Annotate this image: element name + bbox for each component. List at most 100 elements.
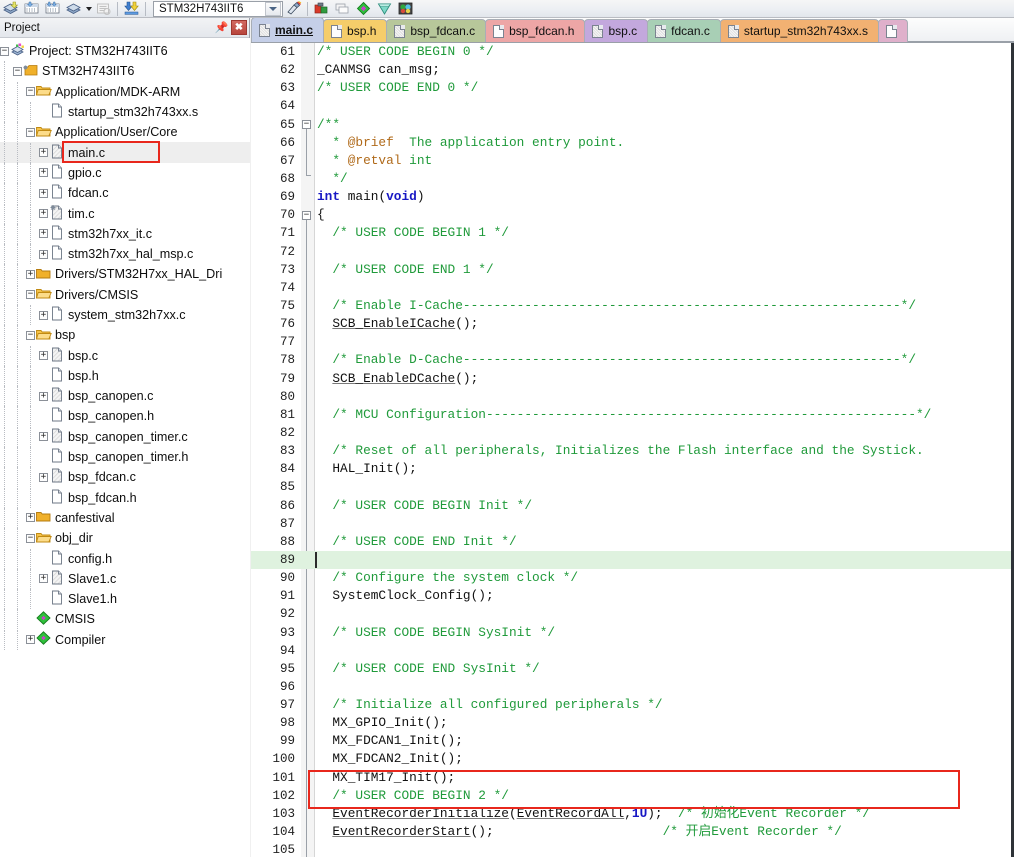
code-line[interactable]: 78 /* Enable D-Cache--------------------… xyxy=(251,351,1011,369)
code-line[interactable]: 92 xyxy=(251,605,1011,623)
expand-icon[interactable]: + xyxy=(39,148,48,158)
build-icon[interactable] xyxy=(1,0,20,17)
tree-item[interactable]: + canfestival xyxy=(0,507,250,528)
tree-item[interactable]: + bsp_canopen_timer.c xyxy=(0,426,250,447)
code-line[interactable]: 99 MX_FDCAN1_Init(); xyxy=(251,732,1011,750)
editor-tab-active[interactable]: main.c xyxy=(251,18,325,42)
expand-icon[interactable]: + xyxy=(39,391,48,401)
expand-icon[interactable]: + xyxy=(26,269,35,279)
code-line[interactable]: 67 * @retval int xyxy=(251,152,1011,170)
tree-item[interactable]: + bsp_fdcan.c xyxy=(0,467,250,488)
tree-item[interactable]: − STM32H743IIT6 xyxy=(0,61,250,82)
collapse-icon[interactable]: − xyxy=(26,533,35,543)
expand-icon[interactable]: + xyxy=(26,635,35,645)
event-recorder-icon[interactable] xyxy=(396,0,415,17)
editor-tab[interactable]: bsp_fdcan.h xyxy=(485,19,586,42)
code-line[interactable]: 68 */ xyxy=(251,170,1011,188)
code-line[interactable]: 98 MX_GPIO_Init(); xyxy=(251,714,1011,732)
editor-tab[interactable] xyxy=(877,19,908,42)
target-select[interactable]: STM32H743IIT6 xyxy=(153,0,283,17)
code-line[interactable]: 96 xyxy=(251,678,1011,696)
tree-item[interactable]: bsp_fdcan.h xyxy=(0,487,250,508)
download-icon[interactable] xyxy=(122,0,141,17)
tree-item[interactable]: + stm32h7xx_it.c xyxy=(0,223,250,244)
code-line[interactable]: 102 /* USER CODE BEGIN 2 */ xyxy=(251,787,1011,805)
translate-icon[interactable] xyxy=(64,0,83,17)
expand-icon[interactable]: + xyxy=(39,472,48,482)
editor-tabbar[interactable]: main.c bsp.h bsp_fdcan.c bsp_fdcan.h bsp.c fd… xyxy=(251,18,1014,43)
code-line[interactable]: 105 xyxy=(251,841,1011,857)
collapse-icon[interactable]: − xyxy=(13,66,22,76)
code-line[interactable]: 80 xyxy=(251,388,1011,406)
expand-icon[interactable]: + xyxy=(39,574,48,584)
chevron-down-icon[interactable] xyxy=(265,1,281,16)
editor-tab[interactable]: fdcan.c xyxy=(647,19,721,42)
code-line[interactable]: 101 MX_TIM17_Init(); xyxy=(251,769,1011,787)
close-icon[interactable]: ✖ xyxy=(231,20,247,35)
expand-icon[interactable]: + xyxy=(39,188,48,198)
tree-item[interactable]: − Project: STM32H743IIT6 xyxy=(0,41,250,61)
code-line[interactable]: 87 xyxy=(251,515,1011,533)
tree-item[interactable]: + fdcan.c xyxy=(0,183,250,204)
code-line[interactable]: 71 /* USER CODE BEGIN 1 */ xyxy=(251,224,1011,242)
tree-item[interactable]: + system_stm32h7xx.c xyxy=(0,305,250,325)
tree-item[interactable]: bsp.h xyxy=(0,365,250,386)
code-line[interactable]: 84 HAL_Init(); xyxy=(251,460,1011,478)
code-line[interactable]: 65 /** xyxy=(251,116,1011,134)
collapse-icon[interactable]: − xyxy=(26,290,35,300)
code-line[interactable]: 100 MX_FDCAN2_Init(); xyxy=(251,750,1011,768)
code-line[interactable]: 103 EventRecorderInitialize(EventRecordA… xyxy=(251,805,1011,823)
expand-icon[interactable]: + xyxy=(39,249,48,259)
code-line[interactable]: 74 xyxy=(251,279,1011,297)
collapse-icon[interactable]: − xyxy=(26,330,35,340)
target-options-icon[interactable] xyxy=(284,0,303,17)
expand-icon[interactable]: + xyxy=(26,513,35,523)
editor-tab[interactable]: startup_stm32h743xx.s xyxy=(719,19,879,42)
manage-runtime-environment-icon[interactable] xyxy=(312,0,331,17)
tree-item[interactable]: − Application/User/Core xyxy=(0,122,250,143)
tree-item[interactable]: − obj_dir xyxy=(0,528,250,549)
expand-icon[interactable]: + xyxy=(39,229,48,239)
code-line[interactable]: 95 /* USER CODE END SysInit */ xyxy=(251,660,1011,678)
code-line[interactable]: 72 xyxy=(251,243,1011,261)
configure-diamond-icon[interactable] xyxy=(375,0,394,17)
pin-icon[interactable]: 📌 xyxy=(214,20,229,35)
code-line[interactable]: 104 EventRecorderStart(); /* 开启Event Rec… xyxy=(251,823,1011,841)
code-line[interactable]: 94 xyxy=(251,642,1011,660)
tree-item[interactable]: Slave1.h xyxy=(0,589,250,610)
tree-item[interactable]: + tim.c xyxy=(0,203,250,224)
code-line[interactable]: 77 xyxy=(251,333,1011,351)
tree-item[interactable]: − Drivers/CMSIS xyxy=(0,284,250,305)
tree-item[interactable]: CMSIS xyxy=(0,609,250,630)
rebuild-icon[interactable] xyxy=(22,0,41,17)
code-line[interactable]: 70 { xyxy=(251,206,1011,224)
tree-item-selected[interactable]: + main.c xyxy=(0,142,250,163)
tree-item[interactable]: bsp_canopen_timer.h xyxy=(0,447,250,468)
code-line[interactable]: 79 SCB_EnableDCache(); xyxy=(251,370,1011,388)
code-line[interactable]: 81 /* MCU Configuration-----------------… xyxy=(251,406,1011,424)
code-line[interactable]: 85 xyxy=(251,478,1011,496)
code-line[interactable]: 69 int main(void) xyxy=(251,188,1011,206)
code-editor[interactable]: − − 61/* USER CODE BEGIN 0 */62 _CANMSG c… xyxy=(251,43,1014,857)
pack-installer-icon[interactable] xyxy=(354,0,373,17)
code-line[interactable]: 93 /* USER CODE BEGIN SysInit */ xyxy=(251,624,1011,642)
expand-icon[interactable]: + xyxy=(39,351,48,361)
collapse-icon[interactable]: − xyxy=(0,46,9,56)
code-line[interactable]: 91 SystemClock_Config(); xyxy=(251,587,1011,605)
expand-icon[interactable]: + xyxy=(39,310,48,320)
expand-icon[interactable]: + xyxy=(39,432,48,442)
code-line[interactable]: 76 SCB_EnableICache(); xyxy=(251,315,1011,333)
tree-item[interactable]: + bsp_canopen.c xyxy=(0,386,250,407)
editor-tab[interactable]: bsp_fdcan.c xyxy=(386,19,487,42)
code-line[interactable]: 82 xyxy=(251,424,1011,442)
tree-item[interactable]: config.h xyxy=(0,548,250,569)
code-line[interactable]: 73 /* USER CODE END 1 */ xyxy=(251,261,1011,279)
code-line[interactable]: 63 /* USER CODE END 0 */ xyxy=(251,79,1011,97)
tree-item[interactable]: − Application/MDK-ARM xyxy=(0,81,250,102)
code-line[interactable]: 86 /* USER CODE BEGIN Init */ xyxy=(251,497,1011,515)
tree-item[interactable]: + Slave1.c xyxy=(0,568,250,589)
code-line[interactable]: 90 /* Configure the system clock */ xyxy=(251,569,1011,587)
batch-build-icon[interactable] xyxy=(43,0,62,17)
tree-item[interactable]: startup_stm32h743xx.s xyxy=(0,102,250,123)
tree-item[interactable]: bsp_canopen.h xyxy=(0,406,250,427)
